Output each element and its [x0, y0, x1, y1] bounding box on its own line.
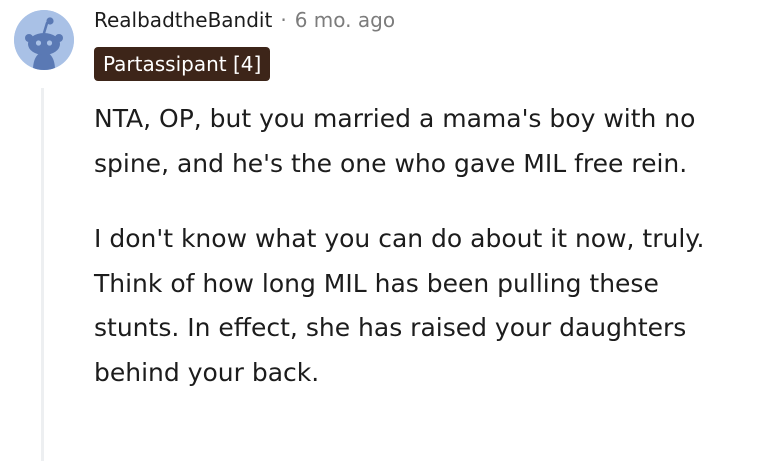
- snoo-avatar-icon: [14, 10, 74, 70]
- comment-meta: RealbadtheBandit · 6 mo. ago: [94, 6, 395, 34]
- comment-paragraph: I don't know what you can do about it no…: [94, 224, 705, 387]
- comment: RealbadtheBandit · 6 mo. ago Partassipan…: [0, 0, 760, 461]
- user-flair-badge: Partassipant [4]: [94, 47, 271, 81]
- comment-timestamp[interactable]: 6 mo. ago: [295, 6, 395, 34]
- comment-paragraph: NTA, OP, but you married a mama's boy wi…: [94, 104, 696, 178]
- meta-separator: ·: [280, 8, 287, 32]
- thread-collapse-line[interactable]: [41, 88, 44, 461]
- author-username[interactable]: RealbadtheBandit: [94, 6, 272, 34]
- user-avatar[interactable]: [14, 10, 74, 70]
- comment-body: NTA, OP, but you married a mama's boy wi…: [94, 97, 744, 395]
